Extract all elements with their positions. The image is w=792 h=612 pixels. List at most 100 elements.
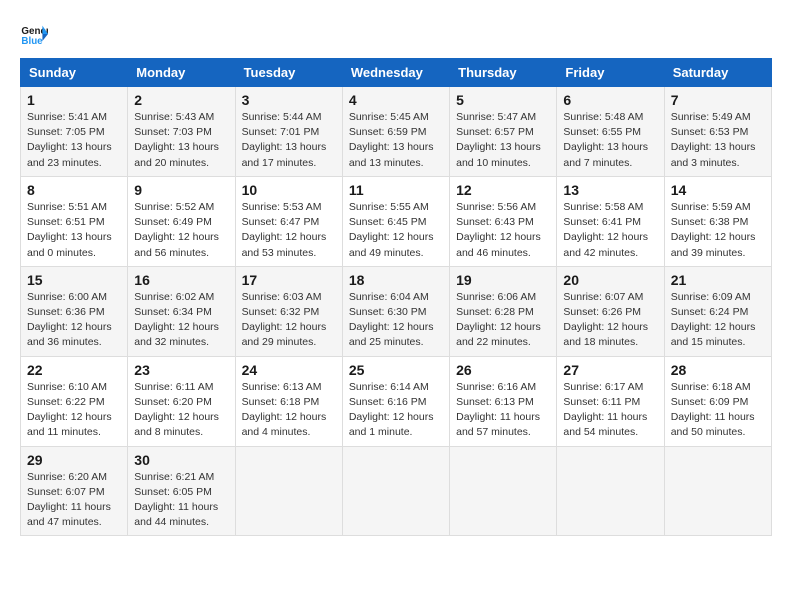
calendar-header: SundayMondayTuesdayWednesdayThursdayFrid… — [21, 59, 772, 87]
calendar-week-row: 15 Sunrise: 6:00 AMSunset: 6:36 PMDayligh… — [21, 266, 772, 356]
day-info: Sunrise: 5:43 AMSunset: 7:03 PMDaylight:… — [134, 110, 228, 171]
page-header: General Blue — [20, 20, 772, 48]
day-number: 20 — [563, 272, 657, 288]
day-number: 23 — [134, 362, 228, 378]
day-number: 28 — [671, 362, 765, 378]
weekday-header: Wednesday — [342, 59, 449, 87]
calendar-cell: 18 Sunrise: 6:04 AMSunset: 6:30 PMDayligh… — [342, 266, 449, 356]
day-number: 7 — [671, 92, 765, 108]
day-info: Sunrise: 5:41 AMSunset: 7:05 PMDaylight:… — [27, 110, 121, 171]
day-info: Sunrise: 6:18 AMSunset: 6:09 PMDaylight:… — [671, 380, 765, 441]
day-number: 12 — [456, 182, 550, 198]
calendar-cell: 8Sunrise: 5:51 AMSunset: 6:51 PMDaylight… — [21, 176, 128, 266]
day-info: Sunrise: 6:07 AMSunset: 6:26 PMDaylight:… — [563, 290, 657, 351]
weekday-header: Saturday — [664, 59, 771, 87]
calendar-cell: 14 Sunrise: 5:59 AMSunset: 6:38 PMDayligh… — [664, 176, 771, 266]
day-number: 22 — [27, 362, 121, 378]
calendar-cell: 5 Sunrise: 5:47 AMSunset: 6:57 PMDaylight… — [450, 87, 557, 177]
calendar-cell: 11 Sunrise: 5:55 AMSunset: 6:45 PMDayligh… — [342, 176, 449, 266]
day-info: Sunrise: 6:10 AMSunset: 6:22 PMDaylight:… — [27, 380, 121, 441]
day-info: Sunrise: 5:53 AMSunset: 6:47 PMDaylight:… — [242, 200, 336, 261]
weekday-header: Tuesday — [235, 59, 342, 87]
day-info: Sunrise: 6:02 AMSunset: 6:34 PMDaylight:… — [134, 290, 228, 351]
calendar-cell: 21 Sunrise: 6:09 AMSunset: 6:24 PMDayligh… — [664, 266, 771, 356]
day-number: 19 — [456, 272, 550, 288]
calendar-week-row: 29 Sunrise: 6:20 AMSunset: 6:07 PMDayligh… — [21, 446, 772, 536]
day-info: Sunrise: 5:44 AMSunset: 7:01 PMDaylight:… — [242, 110, 336, 171]
calendar-cell: 23 Sunrise: 6:11 AMSunset: 6:20 PMDayligh… — [128, 356, 235, 446]
day-number: 29 — [27, 452, 121, 468]
calendar-cell: 30 Sunrise: 6:21 AMSunset: 6:05 PMDayligh… — [128, 446, 235, 536]
day-info: Sunrise: 6:04 AMSunset: 6:30 PMDaylight:… — [349, 290, 443, 351]
day-number: 5 — [456, 92, 550, 108]
day-info: Sunrise: 5:58 AMSunset: 6:41 PMDaylight:… — [563, 200, 657, 261]
day-info: Sunrise: 6:00 AMSunset: 6:36 PMDaylight:… — [27, 290, 121, 351]
calendar-cell: 27Sunrise: 6:17 AMSunset: 6:11 PMDayligh… — [557, 356, 664, 446]
calendar-cell: 3Sunrise: 5:44 AMSunset: 7:01 PMDaylight… — [235, 87, 342, 177]
calendar-cell: 17 Sunrise: 6:03 AMSunset: 6:32 PMDayligh… — [235, 266, 342, 356]
day-number: 17 — [242, 272, 336, 288]
calendar-week-row: 22 Sunrise: 6:10 AMSunset: 6:22 PMDayligh… — [21, 356, 772, 446]
svg-text:Blue: Blue — [21, 36, 43, 47]
calendar-cell: 9 Sunrise: 5:52 AMSunset: 6:49 PMDaylight… — [128, 176, 235, 266]
calendar-cell — [235, 446, 342, 536]
day-info: Sunrise: 5:59 AMSunset: 6:38 PMDaylight:… — [671, 200, 765, 261]
calendar-cell: 19 Sunrise: 6:06 AMSunset: 6:28 PMDayligh… — [450, 266, 557, 356]
day-number: 10 — [242, 182, 336, 198]
calendar-cell: 1Sunrise: 5:41 AMSunset: 7:05 PMDaylight… — [21, 87, 128, 177]
logo: General Blue — [20, 20, 52, 48]
day-number: 27 — [563, 362, 657, 378]
calendar-cell: 25 Sunrise: 6:14 AMSunset: 6:16 PMDayligh… — [342, 356, 449, 446]
day-info: Sunrise: 6:03 AMSunset: 6:32 PMDaylight:… — [242, 290, 336, 351]
day-number: 26 — [456, 362, 550, 378]
day-info: Sunrise: 6:09 AMSunset: 6:24 PMDaylight:… — [671, 290, 765, 351]
day-info: Sunrise: 5:56 AMSunset: 6:43 PMDaylight:… — [456, 200, 550, 261]
calendar-cell: 26 Sunrise: 6:16 AMSunset: 6:13 PMDayligh… — [450, 356, 557, 446]
day-info: Sunrise: 6:20 AMSunset: 6:07 PMDaylight:… — [27, 470, 121, 531]
day-info: Sunrise: 6:13 AMSunset: 6:18 PMDaylight:… — [242, 380, 336, 441]
day-info: Sunrise: 6:14 AMSunset: 6:16 PMDaylight:… — [349, 380, 443, 441]
day-number: 21 — [671, 272, 765, 288]
day-number: 13 — [563, 182, 657, 198]
calendar-cell — [342, 446, 449, 536]
day-info: Sunrise: 6:11 AMSunset: 6:20 PMDaylight:… — [134, 380, 228, 441]
calendar-cell: 20 Sunrise: 6:07 AMSunset: 6:26 PMDayligh… — [557, 266, 664, 356]
calendar-cell: 10 Sunrise: 5:53 AMSunset: 6:47 PMDayligh… — [235, 176, 342, 266]
weekday-header: Friday — [557, 59, 664, 87]
day-number: 9 — [134, 182, 228, 198]
calendar-cell — [557, 446, 664, 536]
day-info: Sunrise: 6:21 AMSunset: 6:05 PMDaylight:… — [134, 470, 228, 531]
calendar-cell: 2Sunrise: 5:43 AMSunset: 7:03 PMDaylight… — [128, 87, 235, 177]
day-info: Sunrise: 6:06 AMSunset: 6:28 PMDaylight:… — [456, 290, 550, 351]
day-number: 16 — [134, 272, 228, 288]
day-number: 24 — [242, 362, 336, 378]
day-info: Sunrise: 5:51 AMSunset: 6:51 PMDaylight:… — [27, 200, 121, 261]
calendar-cell: 13 Sunrise: 5:58 AMSunset: 6:41 PMDayligh… — [557, 176, 664, 266]
calendar-cell — [450, 446, 557, 536]
calendar-week-row: 1Sunrise: 5:41 AMSunset: 7:05 PMDaylight… — [21, 87, 772, 177]
calendar-cell: 28 Sunrise: 6:18 AMSunset: 6:09 PMDayligh… — [664, 356, 771, 446]
day-number: 18 — [349, 272, 443, 288]
calendar-cell: 7 Sunrise: 5:49 AMSunset: 6:53 PMDaylight… — [664, 87, 771, 177]
calendar-cell: 6 Sunrise: 5:48 AMSunset: 6:55 PMDaylight… — [557, 87, 664, 177]
weekday-header: Thursday — [450, 59, 557, 87]
day-info: Sunrise: 5:47 AMSunset: 6:57 PMDaylight:… — [456, 110, 550, 171]
day-info: Sunrise: 5:52 AMSunset: 6:49 PMDaylight:… — [134, 200, 228, 261]
day-number: 15 — [27, 272, 121, 288]
calendar-cell: 4 Sunrise: 5:45 AMSunset: 6:59 PMDaylight… — [342, 87, 449, 177]
day-number: 30 — [134, 452, 228, 468]
day-number: 25 — [349, 362, 443, 378]
day-info: Sunrise: 5:55 AMSunset: 6:45 PMDaylight:… — [349, 200, 443, 261]
day-number: 4 — [349, 92, 443, 108]
day-info: Sunrise: 5:48 AMSunset: 6:55 PMDaylight:… — [563, 110, 657, 171]
calendar-cell: 16 Sunrise: 6:02 AMSunset: 6:34 PMDayligh… — [128, 266, 235, 356]
calendar-cell: 12 Sunrise: 5:56 AMSunset: 6:43 PMDayligh… — [450, 176, 557, 266]
day-info: Sunrise: 6:16 AMSunset: 6:13 PMDaylight:… — [456, 380, 550, 441]
day-number: 14 — [671, 182, 765, 198]
day-info: Sunrise: 5:49 AMSunset: 6:53 PMDaylight:… — [671, 110, 765, 171]
weekday-header: Sunday — [21, 59, 128, 87]
calendar-week-row: 8Sunrise: 5:51 AMSunset: 6:51 PMDaylight… — [21, 176, 772, 266]
day-info: Sunrise: 5:45 AMSunset: 6:59 PMDaylight:… — [349, 110, 443, 171]
day-number: 6 — [563, 92, 657, 108]
day-number: 11 — [349, 182, 443, 198]
